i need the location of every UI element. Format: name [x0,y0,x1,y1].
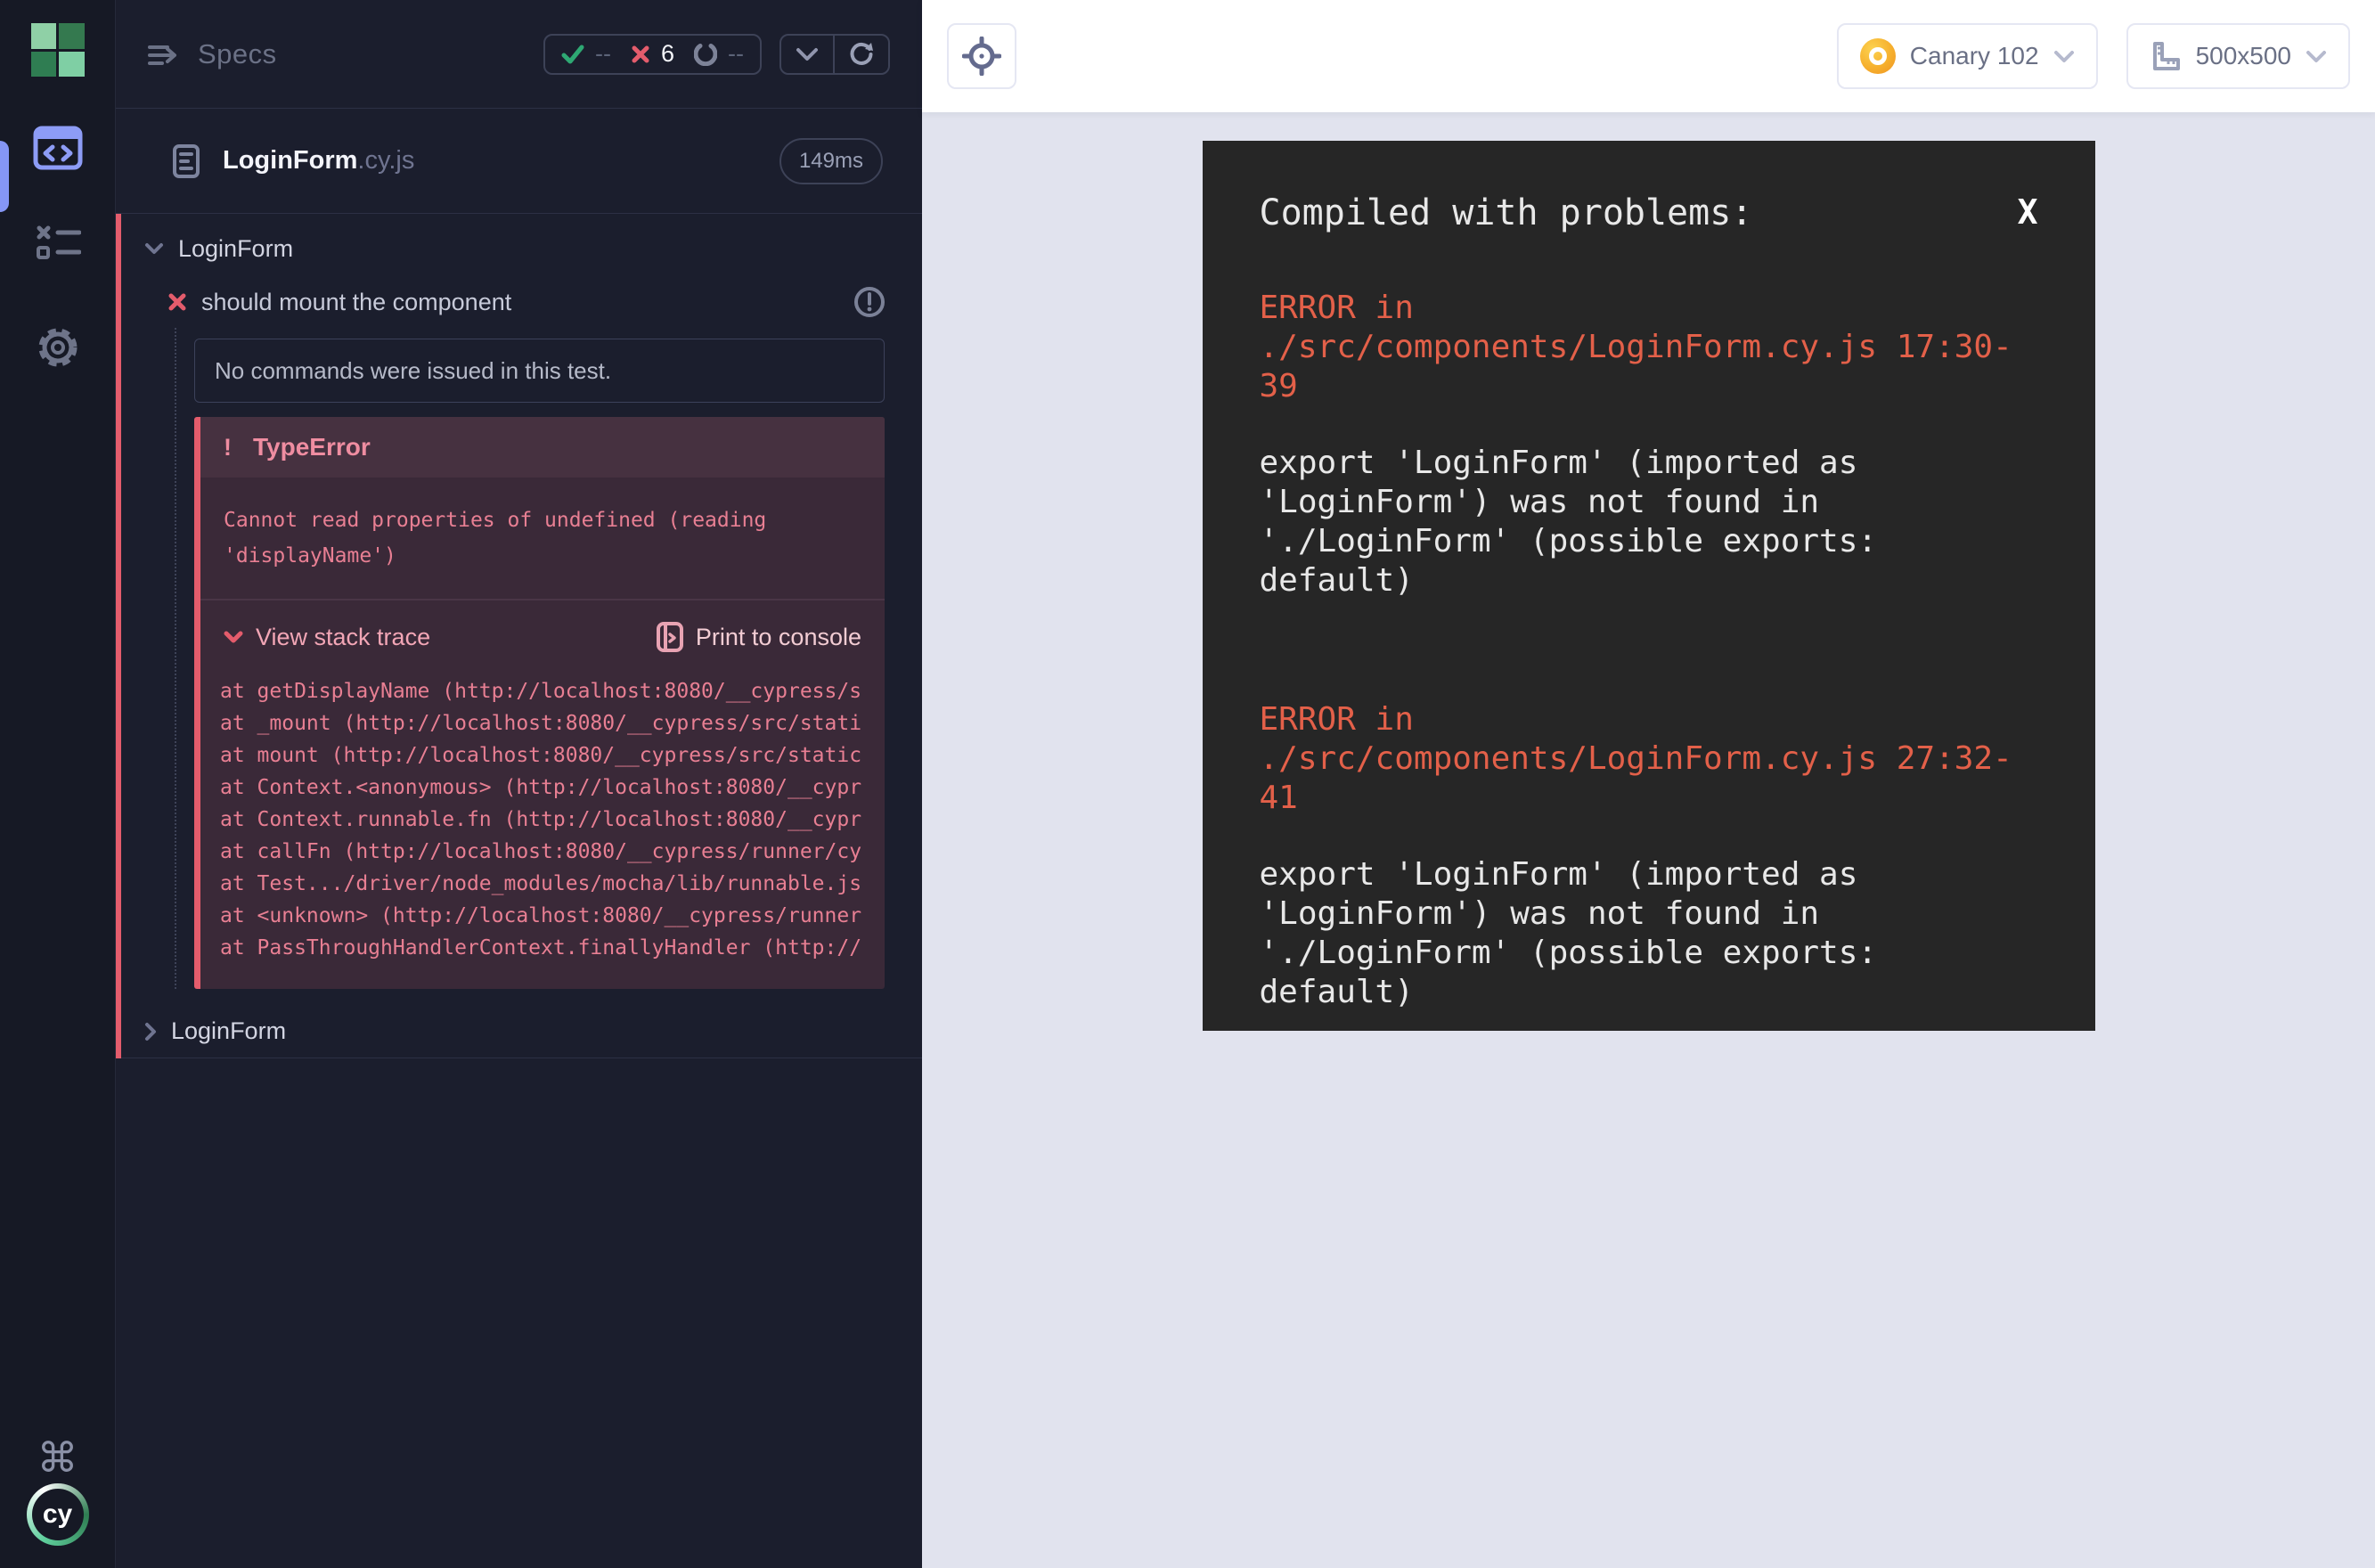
spec-extension: .cy.js [357,146,414,175]
compile-error-message: export 'LoginForm' (imported as 'LoginFo… [1260,444,2038,600]
cypress-brand-button[interactable]: cy [0,1486,116,1543]
browser-picker[interactable]: Canary 102 [1837,23,2098,89]
crosshair-icon [962,37,1001,76]
fail-indicator-bar [116,214,121,1058]
compile-error-location: ERROR in ./src/components/LoginForm.cy.j… [1260,289,2038,406]
stack-frame: at mount (http://localhost:8080/__cypres… [220,739,885,772]
logo-square [31,52,57,78]
keyboard-shortcuts-button[interactable]: ⌘ [0,1429,116,1486]
aut-stage: Compiled with problems: X ERROR in ./src… [922,112,2375,1568]
chevron-down-icon [144,242,164,255]
logo-square [31,23,57,49]
error-name: TypeError [253,433,371,461]
nav-runs-button[interactable] [0,214,116,271]
compile-error-location: ERROR in ./src/components/LoginForm.cy.j… [1260,700,2038,818]
failed-count: 6 [661,40,674,68]
chevron-right-icon [144,1022,157,1041]
run-stats: -- 6 -- [543,34,762,75]
stack-frame: at Test.../driver/node_modules/mocha/lib… [220,868,885,900]
print-to-console-label: Print to console [696,624,861,651]
test-error-panel: ! TypeError Cannot read properties of un… [194,417,885,989]
passed-count: -- [595,40,611,68]
stack-frame: at <unknown> (http://localhost:8080/__cy… [220,900,885,932]
active-nav-indicator [0,141,9,212]
viewport-label: 500x500 [2196,42,2291,70]
spec-duration-badge: 149ms [779,138,883,184]
no-commands-text: No commands were issued in this test. [215,357,611,385]
webpack-error-overlay: Compiled with problems: X ERROR in ./src… [1203,141,2095,1031]
pending-icon [694,43,717,66]
test-attempt-body: No commands were issued in this test. ! … [175,328,922,989]
failed-spec-block: LoginForm should mount the component No … [116,214,922,1058]
cypress-logo-text: cy [32,1489,84,1540]
cypress-logo: cy [27,1483,89,1546]
stack-trace-list: at getDisplayName (http://localhost:8080… [200,674,885,989]
aut-toolbar: Canary 102 500x500 [922,0,2375,112]
view-stack-trace-toggle[interactable]: View stack trace [224,624,430,651]
chrome-canary-icon [1860,38,1896,74]
nav-specs-button[interactable] [0,119,116,176]
stack-frame: at _mount (http://localhost:8080/__cypre… [220,707,885,739]
spec-list-icon [148,42,178,67]
error-message: Cannot read properties of undefined (rea… [200,478,885,600]
chevron-down-icon [2306,50,2327,63]
compile-error-message: export 'LoginForm' (imported as 'LoginFo… [1260,855,2038,1012]
spec-base-name: LoginForm [223,146,357,175]
nav-settings-button[interactable] [0,319,116,376]
collapse-all-button[interactable] [781,36,835,73]
spec-file-row[interactable]: LoginForm.cy.js 149ms [116,109,922,214]
test-results-icon [35,225,81,260]
spec-file-icon [173,144,200,178]
passed-icon [561,45,584,64]
chevron-down-icon [796,47,819,61]
exclamation-circle-icon[interactable] [853,285,886,319]
test-title: should mount the component [201,289,511,316]
overlay-title: Compiled with problems: [1260,192,1753,233]
specs-header: Specs -- 6 -- [116,0,922,109]
compile-error: ERROR in ./src/components/LoginForm.cy.j… [1260,289,2038,600]
pending-count: -- [728,40,744,68]
chevron-down-icon [2053,50,2075,63]
command-icon: ⌘ [37,1433,78,1482]
run-controls [779,34,890,75]
viewport-picker[interactable]: 500x500 [2126,23,2350,89]
ruler-icon [2150,40,2182,72]
test-failed-icon [167,292,187,312]
suite-row-collapsed[interactable]: LoginForm [116,1005,922,1058]
failed-test-row[interactable]: should mount the component [116,276,922,328]
suite-title: LoginForm [171,1017,286,1045]
error-header: ! TypeError [200,417,885,478]
suite-row-expanded[interactable]: LoginForm [116,221,922,276]
code-window-icon [33,126,83,170]
spec-file-name: LoginForm.cy.js [223,146,414,176]
no-commands-box: No commands were issued in this test. [194,339,885,403]
aut-area: Canary 102 500x500 [922,0,2375,1568]
refresh-icon [848,41,875,68]
error-controls: View stack trace Print to console [200,600,885,674]
specs-panel-title: Specs [198,38,277,70]
specs-panel: Specs -- 6 -- [116,0,922,1568]
compile-error: ERROR in ./src/components/LoginForm.cy.j… [1260,700,2038,1012]
stack-frame: at getDisplayName (http://localhost:8080… [220,675,885,707]
stack-frame: at callFn (http://localhost:8080/__cypre… [220,836,885,868]
cypress-grid-logo [31,23,85,77]
icon-rail: ⌘ cy [0,0,116,1568]
browser-label: Canary 102 [1910,42,2039,70]
selector-playground-button[interactable] [947,23,1016,89]
logo-square [59,23,85,49]
gear-icon [35,324,81,371]
stack-frame: at PassThroughHandlerContext.finallyHand… [220,932,885,964]
stack-frame: at Context.runnable.fn (http://localhost… [220,804,885,836]
logo-square [59,52,85,78]
suite-title: LoginForm [178,235,293,263]
stack-frame: at Context.<anonymous> (http://localhost… [220,772,885,804]
view-stack-trace-label: View stack trace [256,624,430,651]
error-bang-icon: ! [224,434,232,461]
terminal-icon [657,622,683,652]
print-to-console-button[interactable]: Print to console [657,622,861,652]
overlay-close-button[interactable]: X [2018,192,2038,232]
rerun-button[interactable] [835,36,888,73]
failed-icon [631,45,650,64]
chevron-down-icon [224,631,243,643]
